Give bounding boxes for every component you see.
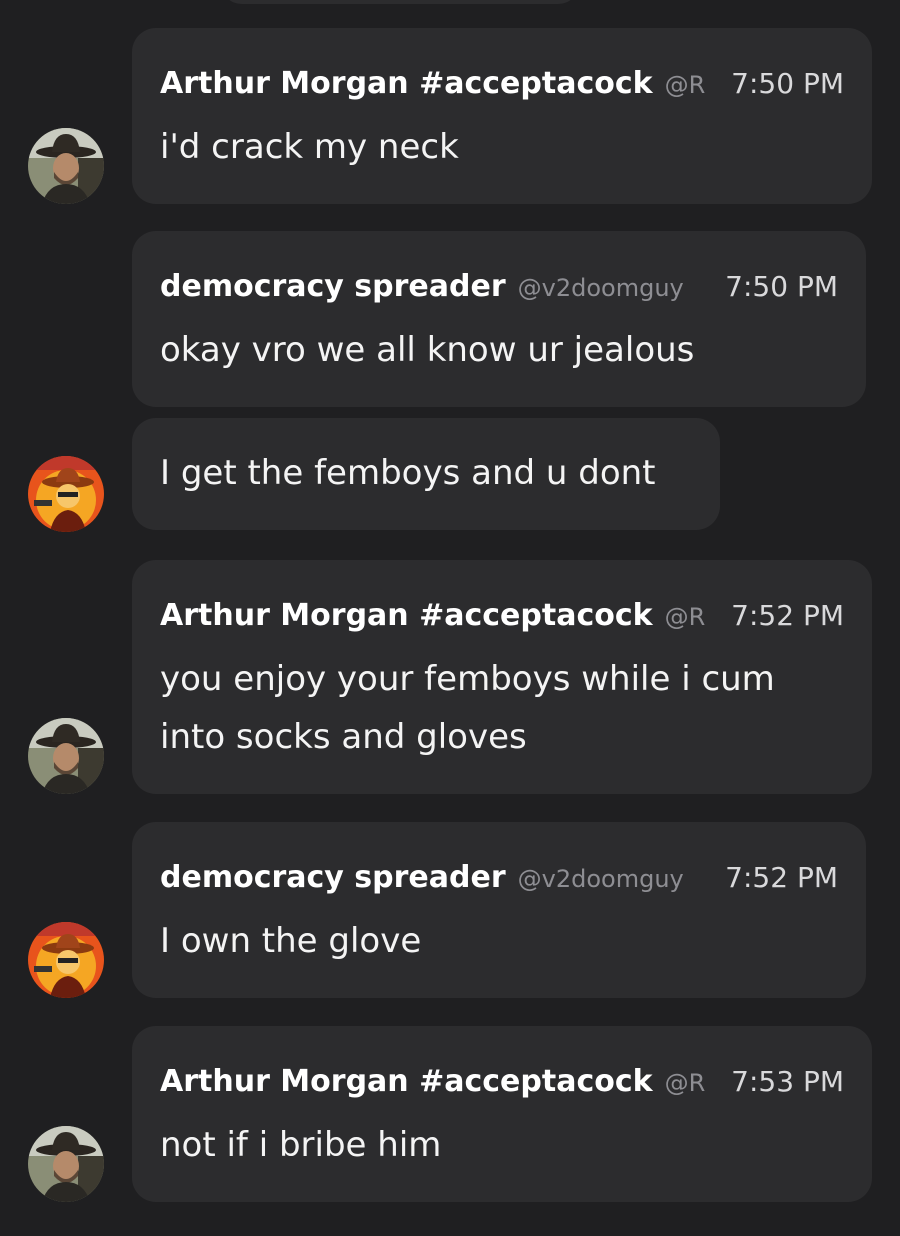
message-handle: @v2doomguy [517,274,684,302]
message-bubble[interactable]: democracy spreader @v2doomguy 7:50 PM ok… [132,231,866,407]
message-time: 7:52 PM [725,861,838,894]
message-author[interactable]: Arthur Morgan #acceptacock [160,66,653,101]
message-text: not if i bribe him [160,1125,442,1165]
message-time: 7:52 PM [731,599,844,632]
message-handle: @R [664,1069,706,1097]
message-text: okay vro we all know ur jealous [160,330,695,370]
message-bubble[interactable]: democracy spreader @v2doomguy 7:52 PM I … [132,822,866,998]
message-text: you enjoy your femboys while i cum into … [160,659,775,757]
cowboy-hat-man-avatar-icon [28,718,104,794]
message-text: I own the glove [160,921,422,961]
cowboy-hat-man-avatar-icon [28,1126,104,1202]
message-meta: democracy spreader @v2doomguy 7:50 PM [160,269,838,304]
message-text: i'd crack my neck [160,127,459,167]
message-meta: democracy spreader @v2doomguy 7:52 PM [160,860,838,895]
previous-message-bubble-edge [220,0,580,4]
message-author[interactable]: Arthur Morgan #acceptacock [160,1064,653,1099]
message-author[interactable]: democracy spreader [160,860,506,895]
chat-thread: Arthur Morgan #acceptacock @R 7:50 PM i'… [0,0,900,1236]
cartoon-cowboy-logo-avatar-icon [28,456,104,532]
message-time: 7:53 PM [731,1065,844,1098]
message-bubble[interactable]: Arthur Morgan #acceptacock @R 7:53 PM no… [132,1026,872,1202]
democracy-spreader-avatar[interactable] [28,922,104,998]
arthur-morgan-avatar[interactable] [28,128,104,204]
message-time: 7:50 PM [731,67,844,100]
message-handle: @R [664,603,706,631]
message-bubble[interactable]: Arthur Morgan #acceptacock @R 7:50 PM i'… [132,28,872,204]
message-author[interactable]: Arthur Morgan #acceptacock [160,598,653,633]
arthur-morgan-avatar[interactable] [28,1126,104,1202]
democracy-spreader-avatar[interactable] [28,456,104,532]
message-meta: Arthur Morgan #acceptacock @R 7:50 PM [160,66,844,101]
message-text: I get the femboys and u dont [160,453,656,493]
message-bubble[interactable]: I get the femboys and u dont [132,418,720,530]
message-bubble[interactable]: Arthur Morgan #acceptacock @R 7:52 PM yo… [132,560,872,794]
cowboy-hat-man-avatar-icon [28,128,104,204]
message-handle: @R [664,71,706,99]
cartoon-cowboy-logo-avatar-icon [28,922,104,998]
message-handle: @v2doomguy [517,865,684,893]
arthur-morgan-avatar[interactable] [28,718,104,794]
message-time: 7:50 PM [725,270,838,303]
message-meta: Arthur Morgan #acceptacock @R 7:53 PM [160,1064,844,1099]
message-meta: Arthur Morgan #acceptacock @R 7:52 PM [160,598,844,633]
message-author[interactable]: democracy spreader [160,269,506,304]
